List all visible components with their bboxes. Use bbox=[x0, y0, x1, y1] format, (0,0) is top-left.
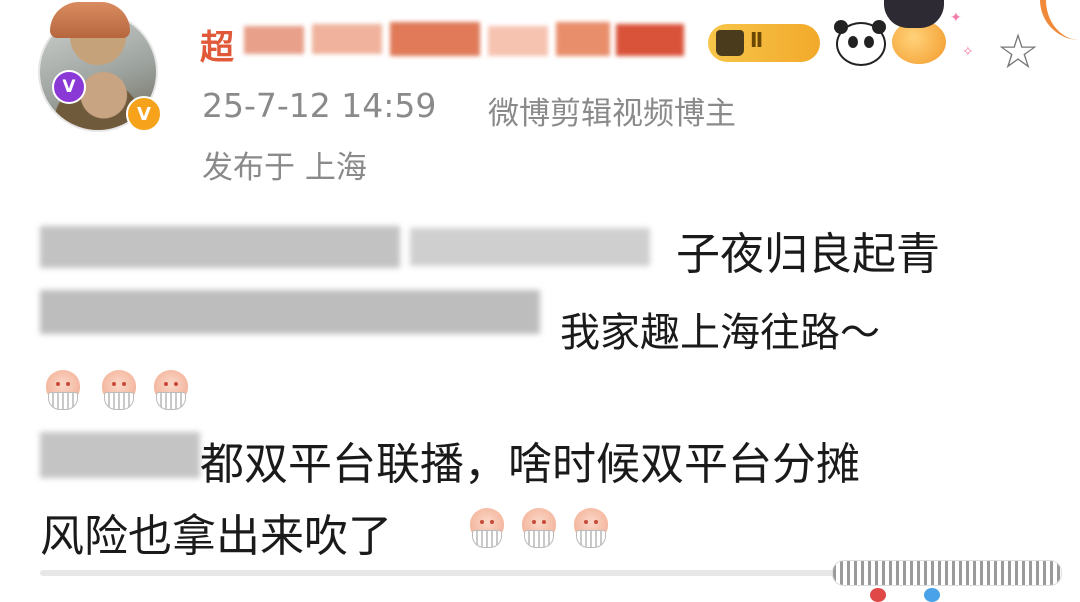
post-timestamp: 25-7-12 14:59 bbox=[202, 86, 437, 125]
author-description: 微博剪辑视频博主 bbox=[488, 96, 736, 132]
fan-emoji-icon bbox=[570, 508, 610, 548]
post-text-line-4: 都双平台联播，啥时候双平台分摊 bbox=[200, 439, 860, 490]
sparkle-icon: ✦ bbox=[950, 10, 962, 26]
name-redaction bbox=[616, 24, 684, 56]
crown-level-label: Ⅱ bbox=[750, 28, 764, 52]
crown-icon bbox=[716, 30, 744, 56]
fan-emoji-icon bbox=[518, 508, 558, 548]
blue-reaction-icon[interactable] bbox=[924, 588, 940, 602]
level-badge-icon: V bbox=[126, 96, 162, 132]
name-redaction bbox=[488, 26, 548, 56]
verified-badge-icon: V bbox=[52, 70, 86, 104]
fan-emoji-icon bbox=[150, 370, 190, 410]
post-text-line-2: 我家趣上海往路～ bbox=[560, 310, 880, 356]
post-text-line-1: 子夜归良起青 bbox=[676, 229, 940, 280]
decorative-curve bbox=[1040, 0, 1080, 40]
post-location: 发布于 上海 bbox=[202, 150, 367, 186]
fan-emoji-icon bbox=[42, 370, 82, 410]
name-redaction bbox=[556, 22, 610, 56]
text-redaction bbox=[40, 290, 540, 334]
fan-emoji-icon bbox=[98, 370, 138, 410]
sparkle-icon: ✧ bbox=[962, 44, 974, 60]
author-name[interactable]: 超 bbox=[200, 20, 690, 68]
text-redaction bbox=[40, 226, 400, 268]
panda-icon bbox=[834, 20, 886, 66]
watermark-barcode bbox=[832, 560, 1062, 586]
text-redaction bbox=[410, 228, 650, 266]
fan-emoji-icon bbox=[466, 508, 506, 548]
favorite-star-icon[interactable]: ☆ bbox=[992, 26, 1044, 78]
text-redaction bbox=[40, 432, 200, 478]
name-redaction bbox=[390, 22, 480, 56]
post-text-line-5: 风险也拿出来吹了 bbox=[40, 511, 392, 562]
name-redaction bbox=[312, 24, 382, 54]
name-redaction bbox=[244, 26, 304, 54]
avatar-hat-decoration bbox=[50, 2, 130, 38]
author-name-visible-char: 超 bbox=[200, 28, 234, 68]
red-reaction-icon[interactable] bbox=[870, 588, 886, 602]
